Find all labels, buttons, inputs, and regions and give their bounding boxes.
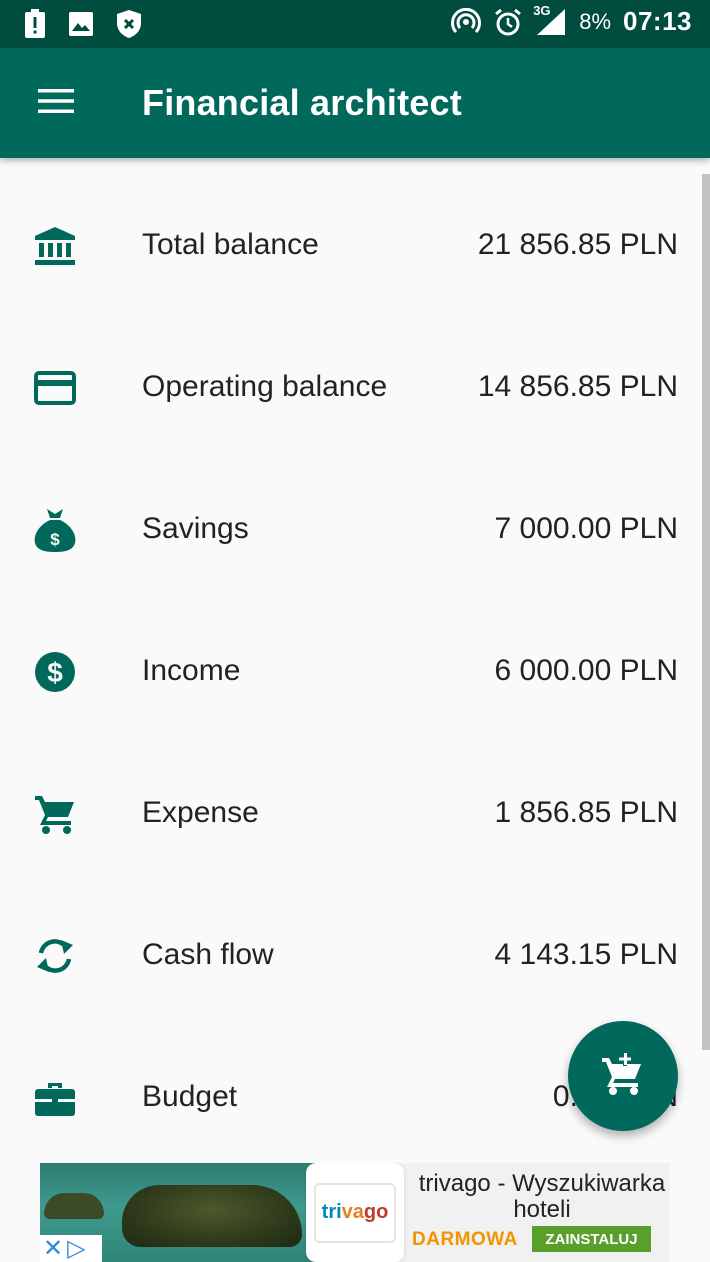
add-to-cart-icon [601, 1051, 645, 1101]
notification-icons [24, 9, 142, 39]
expense-label: Expense [142, 796, 259, 829]
svg-text:$: $ [47, 657, 63, 688]
ad-choices-icon[interactable]: ▷ [67, 1236, 85, 1261]
app-title: Financial architect [142, 82, 462, 123]
status-bar: 3G 8% 07:13 [0, 0, 710, 48]
app-bar: Financial architect [0, 48, 710, 158]
bank-icon [32, 223, 78, 269]
cash-flow-icon [32, 933, 78, 979]
ad-image-rock [122, 1185, 302, 1247]
dollar-circle-icon: $ [32, 649, 78, 695]
logo-part-go: go [363, 1201, 389, 1223]
list-item-savings[interactable]: $ Savings 7 000.00 PLN [0, 458, 710, 600]
ad-install-button[interactable]: ZAINSTALUJ [532, 1226, 651, 1252]
operating-balance-value: 14 856.85 PLN [477, 370, 678, 403]
ad-banner[interactable]: ✕ ▷ tri va go trivago - Wyszukiwarka hotel… [40, 1163, 670, 1262]
credit-card-icon [32, 365, 78, 411]
list-item-cash-flow[interactable]: Cash flow 4 143.15 PLN [0, 884, 710, 1026]
alarm-icon [493, 7, 523, 37]
budget-label: Budget [142, 1080, 238, 1113]
list-item-total-balance[interactable]: Total balance 21 856.85 PLN [0, 174, 710, 316]
list-item-income[interactable]: $ Income 6 000.00 PLN [0, 600, 710, 742]
cash-flow-label: Cash flow [142, 938, 274, 971]
total-balance-label: Total balance [142, 228, 319, 261]
logo-part-va: va [341, 1201, 364, 1223]
trivago-logo: tri va go [314, 1182, 396, 1243]
alert-notification-icon [24, 9, 46, 39]
logo-part-tri: tri [321, 1201, 342, 1223]
battery-percent: 8% [579, 8, 611, 34]
ad-choices-badge[interactable]: ✕ ▷ [40, 1235, 102, 1262]
ad-image-islet [44, 1193, 104, 1219]
expense-value: 1 856.85 PLN [494, 796, 678, 829]
operating-balance-label: Operating balance [142, 370, 388, 403]
cellular-signal-icon: 3G [533, 3, 567, 37]
menu-button[interactable] [28, 78, 84, 128]
money-bag-icon: $ [32, 507, 78, 553]
shield-notification-icon [116, 9, 142, 39]
summary-list: Total balance 21 856.85 PLN Operating ba… [0, 174, 710, 1168]
cart-icon [32, 791, 78, 837]
total-balance-value: 21 856.85 PLN [477, 228, 678, 261]
briefcase-icon [32, 1075, 78, 1121]
cash-flow-value: 4 143.15 PLN [494, 938, 678, 971]
network-type: 3G [533, 2, 551, 18]
clock: 07:13 [623, 6, 692, 36]
hotspot-icon [451, 7, 482, 37]
image-notification-icon [68, 11, 94, 37]
svg-text:$: $ [50, 530, 60, 549]
scrollbar[interactable] [702, 174, 710, 1050]
hamburger-menu-icon [38, 88, 74, 119]
list-item-operating-balance[interactable]: Operating balance 14 856.85 PLN [0, 316, 710, 458]
add-transaction-button[interactable] [568, 1021, 678, 1131]
savings-value: 7 000.00 PLN [494, 512, 678, 545]
ad-title[interactable]: trivago - Wyszukiwarka hoteli [414, 1171, 670, 1223]
ad-logo-card[interactable]: tri va go [306, 1163, 404, 1262]
savings-label: Savings [142, 512, 249, 545]
list-item-expense[interactable]: Expense 1 856.85 PLN [0, 742, 710, 884]
ad-price: DARMOWA [412, 1229, 518, 1250]
income-value: 6 000.00 PLN [494, 654, 678, 687]
income-label: Income [142, 654, 241, 687]
ad-close-icon[interactable]: ✕ [43, 1236, 63, 1261]
system-icons: 3G 8% 07:13 [451, 3, 692, 37]
